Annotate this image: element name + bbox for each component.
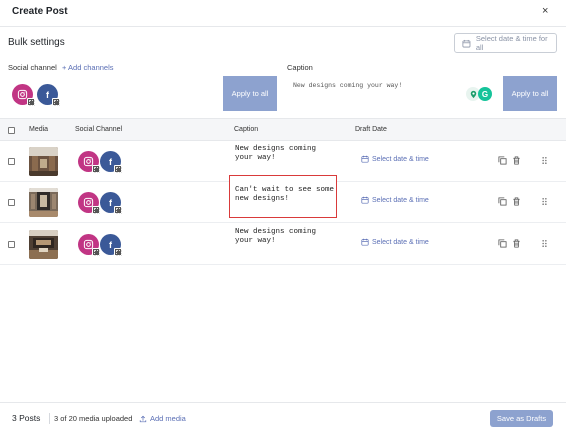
select-date-button[interactable]: Select date & time: [361, 196, 429, 204]
row-channel-instagram[interactable]: [78, 234, 100, 256]
row-channel-instagram[interactable]: [78, 192, 100, 214]
delete-icon[interactable]: [512, 239, 521, 248]
caption-label: Caption: [287, 63, 313, 72]
save-as-drafts-button[interactable]: Save as Drafts: [490, 410, 553, 427]
media-thumbnail[interactable]: [29, 147, 58, 176]
social-channel-label: Social channel: [8, 63, 57, 72]
bulk-channel-facebook[interactable]: f: [37, 84, 60, 106]
grid-badge-icon: [92, 165, 100, 173]
add-media-button[interactable]: Add media: [139, 414, 186, 423]
table-header: Media Social Channel Caption Draft Date: [0, 118, 566, 141]
drag-handle-icon[interactable]: [540, 239, 549, 248]
select-date-label: Select date & time: [372, 196, 429, 204]
select-date-button[interactable]: Select date & time: [361, 238, 429, 246]
grid-badge-icon: [27, 98, 35, 106]
media-thumbnail[interactable]: [29, 230, 58, 259]
page-badge-icon: [114, 165, 122, 173]
footer-divider: [0, 402, 566, 403]
delete-icon[interactable]: [512, 197, 521, 206]
grid-badge-icon: [92, 248, 100, 256]
select-date-all-button[interactable]: Select date & time for all: [454, 33, 557, 53]
calendar-icon: [361, 155, 369, 163]
header-draft-date: Draft Date: [355, 126, 387, 133]
calendar-icon: [361, 196, 369, 204]
table-row: f Can't wait to see some new designs! Se…: [0, 175, 566, 223]
header-caption: Caption: [234, 126, 259, 133]
modal-title: Create Post: [12, 6, 68, 17]
grid-badge-icon: [92, 206, 100, 214]
row-channel-facebook[interactable]: f: [100, 234, 122, 256]
media-thumbnail[interactable]: [29, 188, 58, 217]
drag-handle-icon[interactable]: [540, 197, 549, 206]
select-date-label: Select date & time: [372, 155, 429, 163]
row-checkbox[interactable]: [8, 158, 15, 165]
footer-separator: [49, 413, 50, 424]
row-caption-input[interactable]: New designs coming your way!: [235, 145, 335, 163]
table-row: f New designs coming your way! Select da…: [0, 224, 566, 265]
page-badge-icon: [52, 98, 60, 106]
row-caption-input[interactable]: Can't wait to see some new designs!: [235, 186, 335, 204]
close-icon[interactable]: ×: [542, 5, 548, 17]
select-all-checkbox[interactable]: [8, 127, 15, 134]
row-channel-facebook[interactable]: f: [100, 192, 122, 214]
duplicate-icon[interactable]: [498, 197, 507, 206]
page-badge-icon: [114, 206, 122, 214]
header-media: Media: [29, 126, 49, 133]
delete-icon[interactable]: [512, 156, 521, 165]
duplicate-icon[interactable]: [498, 239, 507, 248]
select-date-label: Select date & time: [372, 238, 429, 246]
apply-channels-to-all-button[interactable]: Apply to all: [223, 76, 277, 111]
grammarly-icon[interactable]: G: [478, 87, 492, 101]
post-count: 3 Posts: [12, 413, 41, 423]
bulk-channel-instagram[interactable]: [12, 84, 35, 106]
row-checkbox[interactable]: [8, 199, 15, 206]
row-channel-facebook[interactable]: f: [100, 151, 122, 173]
select-date-all-label: Select date & time for all: [475, 34, 548, 52]
row-caption-input[interactable]: New designs coming your way!: [235, 228, 335, 246]
calendar-icon: [462, 39, 471, 47]
header-social-channel: Social Channel: [75, 126, 123, 133]
drag-handle-icon[interactable]: [540, 156, 549, 165]
upload-icon: [139, 415, 147, 422]
bulk-settings-title: Bulk settings: [8, 37, 65, 48]
header-divider: [0, 26, 566, 27]
calendar-icon: [361, 238, 369, 246]
row-channel-instagram[interactable]: [78, 151, 100, 173]
add-media-label: Add media: [150, 414, 186, 423]
media-upload-status: 3 of 20 media uploaded: [54, 414, 133, 423]
add-channels-link[interactable]: + Add channels: [62, 63, 114, 72]
select-date-button[interactable]: Select date & time: [361, 155, 429, 163]
apply-caption-to-all-button[interactable]: Apply to all: [503, 76, 557, 111]
row-checkbox[interactable]: [8, 241, 15, 248]
page-badge-icon: [114, 248, 122, 256]
duplicate-icon[interactable]: [498, 156, 507, 165]
